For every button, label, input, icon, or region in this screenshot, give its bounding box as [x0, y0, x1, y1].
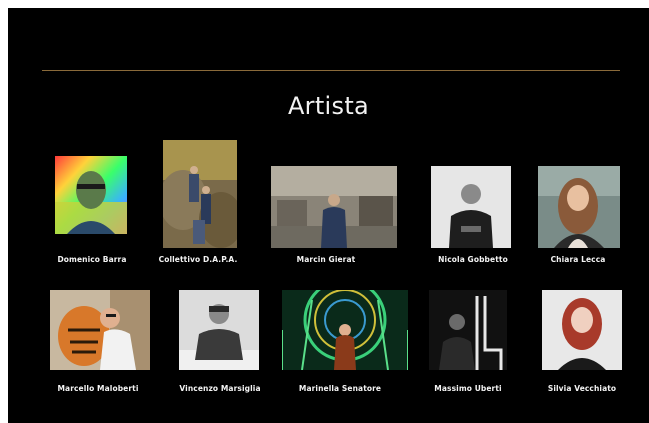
artist-photo-collettivo-dapa[interactable] [163, 140, 237, 248]
artist-photo-vincenzo-marsiglia[interactable] [179, 290, 259, 370]
artist-name: Chiara Lecca [550, 255, 606, 264]
artist-photo-nicola-gobbetto[interactable] [431, 166, 511, 248]
artist-name: Collettivo D.A.P.A. [158, 255, 238, 264]
artist-name: Marcin Gierat [296, 255, 356, 264]
artist-gallery-page: Artista Domenico Barra Collettivo D.A.P.… [8, 8, 649, 423]
artist-photo-chiara-lecca[interactable] [538, 166, 620, 248]
artist-photo-marcin-gierat[interactable] [271, 166, 397, 248]
artist-name: Vincenzo Marsiglia [179, 384, 261, 393]
artist-name: Nicola Gobbetto [438, 255, 508, 264]
artist-name: Silvia Vecchiato [547, 384, 617, 393]
artist-photo-massimo-uberti[interactable] [429, 290, 507, 370]
artist-name: Domenico Barra [57, 255, 127, 264]
page-title: Artista [287, 92, 370, 120]
artist-name: Marcello Maloberti [57, 384, 139, 393]
divider-line [42, 70, 620, 71]
artist-name: Marinella Senatore [298, 384, 382, 393]
artist-photo-marcello-maloberti[interactable] [50, 290, 150, 370]
artist-name: Massimo Uberti [434, 384, 502, 393]
artist-photo-marinella-senatore[interactable] [282, 290, 408, 370]
artist-photo-domenico-barra[interactable] [55, 156, 127, 234]
artist-photo-silvia-vecchiato[interactable] [542, 290, 622, 370]
